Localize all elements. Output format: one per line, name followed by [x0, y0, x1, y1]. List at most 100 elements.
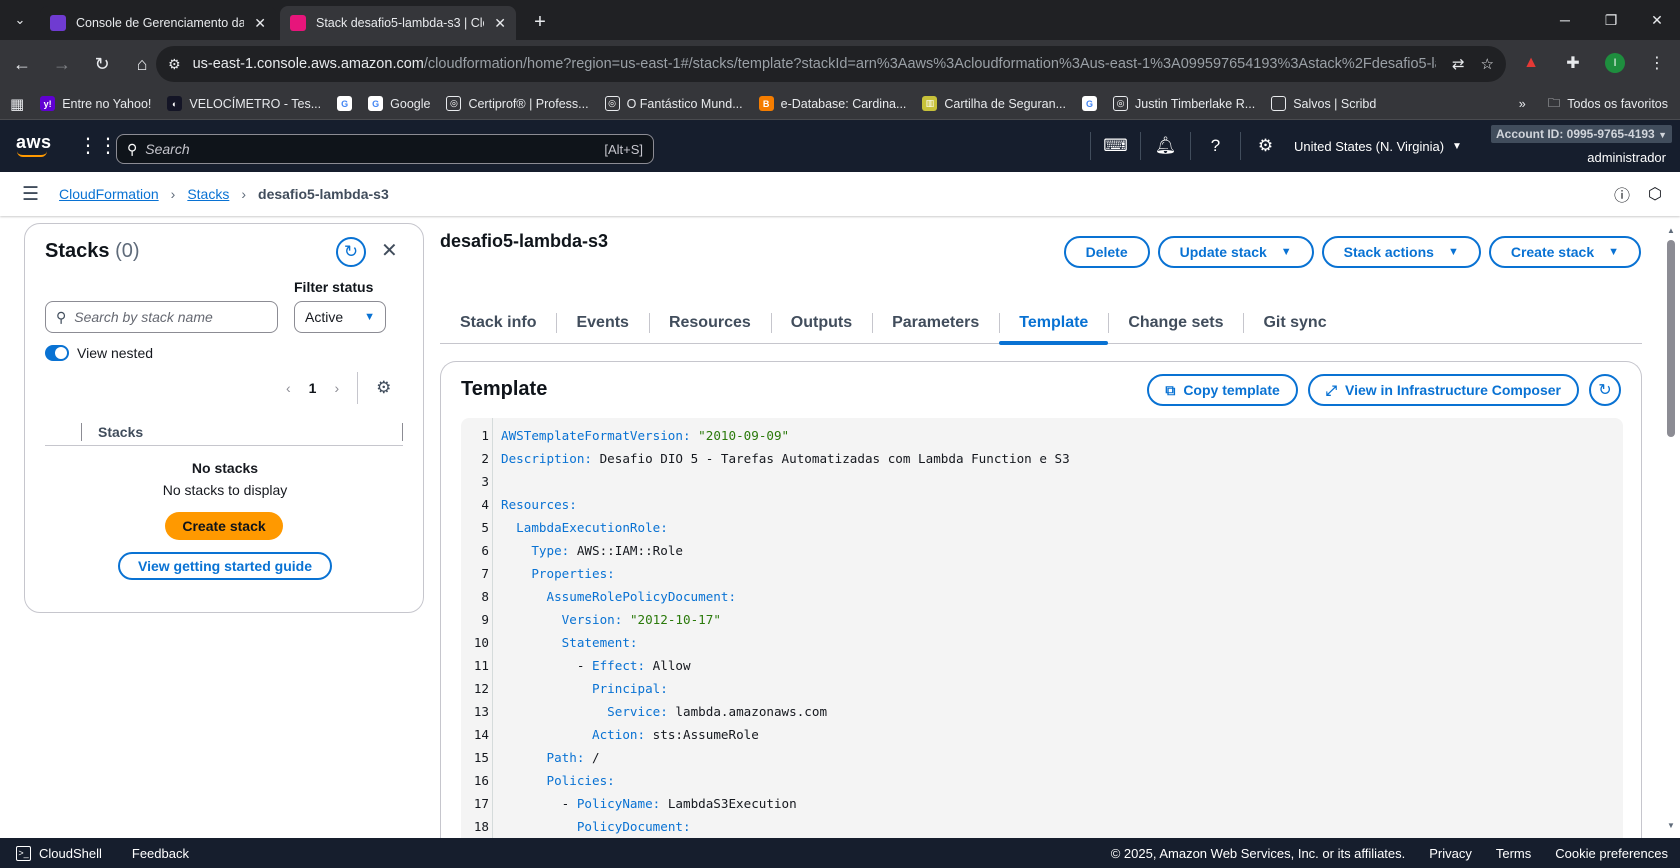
page-number[interactable]: 1 — [309, 380, 317, 396]
cloudshell-icon[interactable]: ⌨ — [1090, 132, 1140, 160]
translate-icon[interactable]: ⇄ — [1452, 55, 1465, 73]
bookmark-item[interactable]: Be-Database: Cardina... — [758, 96, 906, 111]
settings-gear-icon[interactable]: ⚙ — [1240, 132, 1290, 160]
account-id-badge[interactable]: Account ID: 0995-9765-4193 ▼ — [1490, 125, 1672, 143]
view-nested-toggle[interactable]: View nested — [45, 345, 153, 361]
bookmark-item[interactable]: ◐ VELOCÍMETRO - Tes... — [167, 96, 321, 111]
pdf-extension-icon[interactable]: ▲ — [1516, 48, 1546, 78]
code-line: 18 PolicyDocument: — [461, 815, 691, 838]
info-icon[interactable]: ⓘ — [1614, 182, 1630, 206]
close-tab-icon[interactable]: ✕ — [494, 15, 506, 32]
stacks-panel-title: Stacks (0) — [45, 240, 140, 263]
toggle-switch[interactable] — [45, 345, 69, 361]
close-icon[interactable]: ✕ — [381, 238, 398, 263]
update-stack-button[interactable]: Update stack ▼ — [1157, 236, 1314, 268]
tab-outputs[interactable]: Outputs — [770, 302, 872, 344]
create-label: Create stack — [1510, 244, 1595, 260]
stack-actions-button[interactable]: Stack actions ▼ — [1321, 236, 1481, 268]
aws-logo[interactable]: aws — [16, 132, 52, 157]
privacy-link[interactable]: Privacy — [1429, 846, 1472, 861]
code-token: Service: — [607, 704, 668, 719]
create-stack-primary-button[interactable]: Create stack — [165, 512, 283, 540]
bookmark-item[interactable]: y! Entre no Yahoo! — [40, 96, 151, 111]
chevron-right-icon[interactable]: › — [334, 380, 339, 396]
bookmark-item[interactable]: ▥ Cartilha de Seguran... — [922, 96, 1066, 111]
bookmark-item[interactable]: ◎ Certiprof® | Profess... — [446, 96, 589, 111]
site-info-icon[interactable]: ⚙ — [168, 56, 181, 73]
column-header-stacks[interactable]: Stacks — [98, 424, 143, 440]
hexagon-settings-icon[interactable]: ⬡ — [1648, 184, 1662, 204]
tab-change-sets[interactable]: Change sets — [1108, 302, 1243, 344]
scribd-icon — [1271, 96, 1287, 111]
bookmark-item[interactable]: G Google — [368, 96, 430, 111]
filter-status-select[interactable]: Active ▼ — [294, 301, 386, 333]
close-window-icon[interactable]: ✕ — [1634, 0, 1680, 40]
bookmark-item[interactable]: G — [337, 96, 353, 111]
extensions-puzzle-icon[interactable]: ✚ — [1558, 48, 1588, 78]
breadcrumb-cloudformation[interactable]: CloudFormation — [59, 186, 159, 202]
more-bookmarks-icon[interactable]: » — [1519, 97, 1526, 111]
region-selector[interactable]: United States (N. Virginia) ▼ — [1294, 120, 1462, 172]
refresh-icon[interactable]: ↻ — [336, 237, 366, 267]
bookmark-star-icon[interactable]: ☆ — [1481, 55, 1494, 73]
getting-started-guide-button[interactable]: View getting started guide — [118, 552, 332, 580]
refresh-icon[interactable]: ↻ — [1589, 374, 1621, 406]
user-name[interactable]: administrador — [1587, 150, 1666, 165]
breadcrumb: CloudFormation › Stacks › desafio5-lambd… — [59, 186, 389, 202]
template-code-editor[interactable]: 1 AWSTemplateFormatVersion: "2010-09-09" 2… — [461, 418, 1623, 841]
notifications-bell-icon[interactable]: 🔔︎ — [1140, 132, 1190, 160]
line-number: 1 — [481, 428, 489, 443]
tab-resources[interactable]: Resources — [648, 302, 771, 344]
profile-avatar[interactable]: I — [1600, 48, 1630, 78]
all-bookmarks-folder[interactable]: 🗀 Todos os favoritos — [1548, 94, 1668, 115]
back-icon[interactable]: ← — [4, 46, 40, 82]
view-composer-button[interactable]: ⤢ View in Infrastructure Composer — [1307, 374, 1579, 406]
line-number: 7 — [481, 566, 489, 581]
apps-grid-icon[interactable]: ▦ — [10, 95, 24, 113]
bookmark-item[interactable]: ◎ O Fantástico Mund... — [604, 96, 743, 111]
stack-search-input[interactable]: ⚲ Search by stack name — [45, 301, 278, 333]
home-icon[interactable]: ⌂ — [124, 46, 160, 82]
help-icon[interactable]: ? — [1190, 132, 1240, 160]
reload-icon[interactable]: ↻ — [84, 46, 120, 82]
url-text[interactable]: us-east-1.console.aws.amazon.com/cloudfo… — [193, 56, 1436, 72]
scroll-down-icon[interactable]: ▼ — [1667, 821, 1675, 830]
copy-template-button[interactable]: ⧉ Copy template — [1147, 374, 1298, 406]
code-line: 8 AssumeRolePolicyDocument: — [461, 585, 736, 608]
page-scrollbar[interactable]: ▲ ▼ — [1666, 226, 1676, 830]
chevron-left-icon[interactable]: ‹ — [286, 380, 291, 396]
bookmark-item[interactable]: G — [1082, 96, 1097, 111]
tab-template[interactable]: Template — [999, 302, 1109, 345]
create-stack-button[interactable]: Create stack ▼ — [1488, 236, 1641, 268]
preferences-gear-icon[interactable]: ⚙ — [376, 378, 391, 398]
scroll-up-icon[interactable]: ▲ — [1667, 226, 1675, 235]
restore-icon[interactable]: ❐ — [1588, 0, 1634, 40]
close-tab-icon[interactable]: ✕ — [254, 15, 266, 32]
tab-stack-info[interactable]: Stack info — [440, 302, 556, 344]
address-bar[interactable]: ⚙ us-east-1.console.aws.amazon.com/cloud… — [156, 46, 1506, 82]
cloudshell-link[interactable]: >_ CloudShell — [16, 845, 102, 861]
minimize-icon[interactable]: ─ — [1542, 0, 1588, 40]
tab-parameters[interactable]: Parameters — [872, 302, 999, 344]
breadcrumb-stacks[interactable]: Stacks — [187, 186, 229, 202]
delete-button[interactable]: Delete — [1063, 236, 1150, 268]
stacks-count: (0) — [115, 240, 140, 262]
terms-link[interactable]: Terms — [1496, 846, 1531, 861]
bookmark-item[interactable]: Salvos | Scribd — [1271, 96, 1376, 111]
pagination: ‹ 1 › ⚙ — [286, 372, 391, 404]
feedback-link[interactable]: Feedback — [132, 846, 189, 861]
cookie-preferences-link[interactable]: Cookie preferences — [1555, 846, 1668, 861]
tab-search-chevron-icon[interactable]: ⌄ — [0, 0, 40, 40]
code-text: Principal: — [501, 677, 668, 700]
bookmark-item[interactable]: ◎ Justin Timberlake R... — [1113, 96, 1255, 111]
tab-git-sync[interactable]: Git sync — [1243, 302, 1346, 344]
menu-hamburger-icon[interactable]: ☰ — [22, 183, 39, 206]
new-tab-button[interactable]: + — [526, 8, 554, 36]
scrollbar-thumb[interactable] — [1667, 240, 1675, 437]
browser-menu-icon[interactable]: ⋮ — [1642, 48, 1672, 78]
tab-events[interactable]: Events — [556, 302, 648, 344]
browser-tab-stack[interactable]: Stack desafio5-lambda-s3 | CloudFormatio… — [280, 6, 516, 40]
forward-icon[interactable]: → — [44, 46, 80, 82]
browser-tab-console[interactable]: Console de Gerenciamento da AWS ✕ — [40, 6, 276, 40]
aws-search-input[interactable]: ⚲ Search [Alt+S] — [116, 134, 654, 164]
